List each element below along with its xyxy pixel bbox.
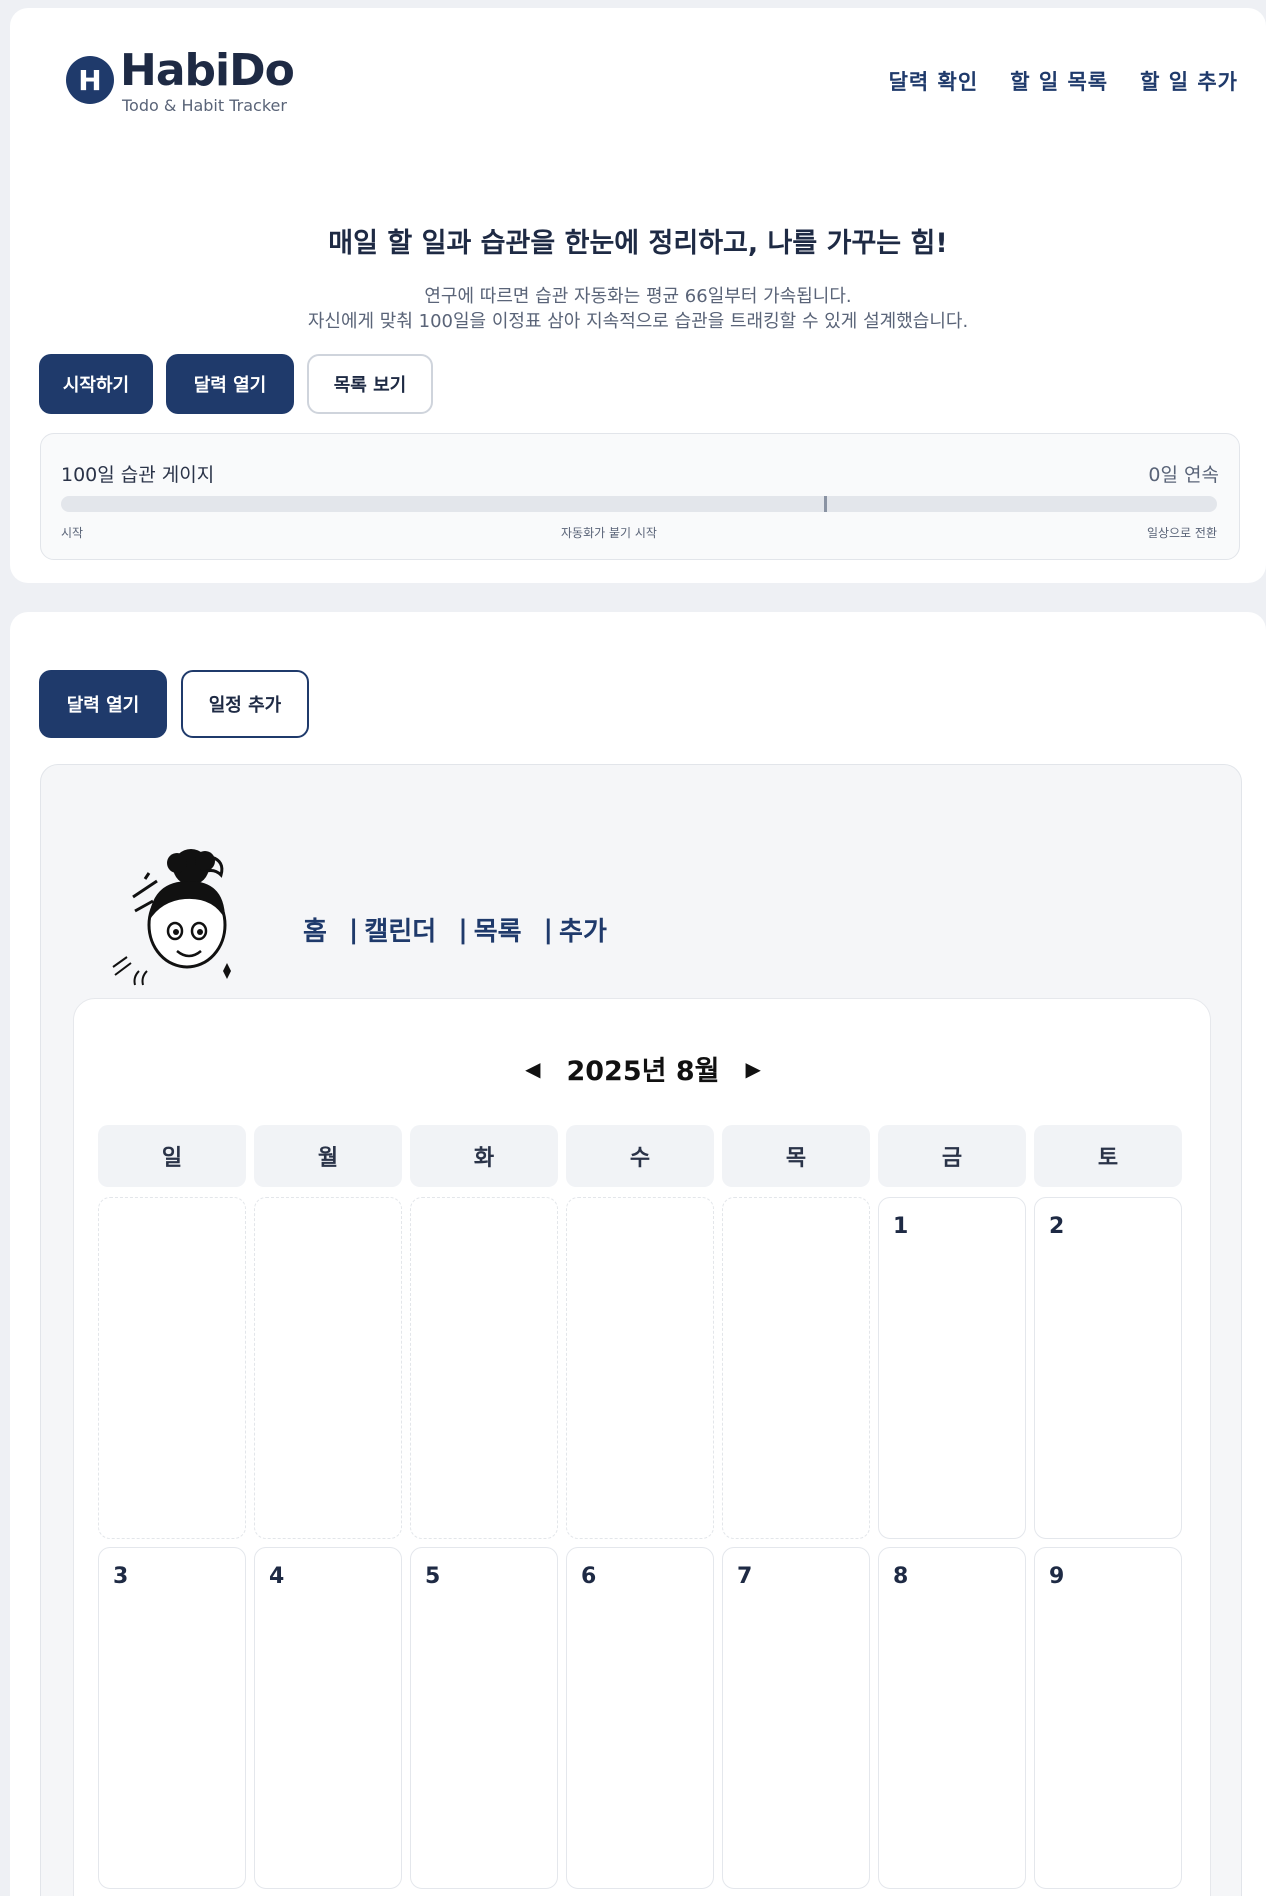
day-cell[interactable]: 4 <box>254 1547 402 1889</box>
weekday-tue: 화 <box>410 1125 558 1187</box>
brand-name: HabiDo <box>120 45 295 96</box>
logo-text: HabiDo Todo & Habit Tracker <box>120 44 295 115</box>
month-calendar: ◀ 2025년 8월 ▶ 일 월 화 수 목 금 토 1 2 3 4 5 6 7 8 9 <box>73 998 1211 1896</box>
day-number: 5 <box>425 1564 441 1589</box>
subnav-list-link[interactable]: 목록 <box>474 911 522 948</box>
gauge-title: 100일 습관 게이지 <box>61 464 215 486</box>
empty-day-cell <box>566 1197 714 1539</box>
day-cell[interactable]: 2 <box>1034 1197 1182 1539</box>
weekday-mon: 월 <box>254 1125 402 1187</box>
gauge-track <box>61 496 1217 512</box>
weekday-fri: 금 <box>878 1125 1026 1187</box>
gauge-label-end: 일상으로 전환 <box>1146 526 1217 540</box>
weekday-sun: 일 <box>98 1125 246 1187</box>
nav-add-todo-link[interactable]: 할 일 추가 <box>1140 66 1238 96</box>
brand-tagline: Todo & Habit Tracker <box>122 96 287 115</box>
calendar-header: ◀ 2025년 8월 ▶ <box>74 1049 1212 1088</box>
gauge-label-middle: 자동화가 붙기 시작 <box>561 526 657 540</box>
day-number: 8 <box>893 1564 909 1589</box>
weekday-wed: 수 <box>566 1125 714 1187</box>
subnav-separator: | <box>543 914 554 945</box>
day-cell[interactable]: 5 <box>410 1547 558 1889</box>
calendar-month-title: 2025년 8월 <box>566 1056 720 1087</box>
gauge-streak: 0일 연속 <box>1148 464 1219 486</box>
subnav-separator: | <box>458 914 468 945</box>
empty-day-cell <box>98 1197 246 1539</box>
nav-calendar-link[interactable]: 달력 확인 <box>889 66 979 96</box>
day-number: 3 <box>113 1564 129 1589</box>
logo-mark-icon: H <box>66 56 114 104</box>
day-number: 2 <box>1049 1214 1065 1239</box>
subnav-add-link[interactable]: 추가 <box>559 911 607 948</box>
hero-desc-line-2: 자신에게 맞춰 100일을 이정표 삼아 지속적으로 습관을 트래킹할 수 있게… <box>307 311 969 332</box>
calendar-panel: 홈 | 캘린더 | 목록 | 추가 ◀ 2025년 8월 ▶ 일 월 화 수 목… <box>40 764 1242 1896</box>
weekday-row: 일 월 화 수 목 금 토 <box>98 1125 1182 1187</box>
calendar-card: 달력 열기 일정 추가 홈 | 캘린더 | 목록 | 추가 ◀ 2025년 8월… <box>10 612 1266 1896</box>
hero-title: 매일 할 일과 습관을 한눈에 정리하고, 나를 가꾸는 힘! <box>328 228 948 259</box>
weekday-sat: 토 <box>1034 1125 1182 1187</box>
day-cell[interactable]: 8 <box>878 1547 1026 1889</box>
view-list-button[interactable]: 목록 보기 <box>307 354 433 414</box>
day-number: 7 <box>737 1564 753 1589</box>
weekday-thu: 목 <box>722 1125 870 1187</box>
day-grid: 1 2 3 4 5 6 7 8 9 <box>98 1197 1182 1889</box>
start-button[interactable]: 시작하기 <box>39 354 153 414</box>
day-cell[interactable]: 7 <box>722 1547 870 1889</box>
day-cell[interactable]: 3 <box>98 1547 246 1889</box>
day-number: 1 <box>893 1214 909 1239</box>
next-month-arrow-icon[interactable]: ▶ <box>746 1057 761 1081</box>
open-calendar-button[interactable]: 달력 열기 <box>166 354 294 414</box>
calendar-open-button[interactable]: 달력 열기 <box>39 670 167 738</box>
gauge-66-day-marker <box>823 496 827 512</box>
calendar-subnav: 홈 | 캘린더 | 목록 | 추가 <box>303 911 607 948</box>
subnav-calendar-link[interactable]: 캘린더 <box>364 911 436 948</box>
empty-day-cell <box>254 1197 402 1539</box>
day-cell[interactable]: 9 <box>1034 1547 1182 1889</box>
gauge-label-start: 시작 <box>61 526 84 540</box>
subnav-home-link[interactable]: 홈 <box>303 911 327 948</box>
prev-month-arrow-icon[interactable]: ◀ <box>525 1057 540 1081</box>
day-number: 6 <box>581 1564 597 1589</box>
add-event-button[interactable]: 일정 추가 <box>181 670 309 738</box>
nav-todo-list-link[interactable]: 할 일 목록 <box>1010 66 1108 96</box>
day-cell[interactable]: 6 <box>566 1547 714 1889</box>
day-number: 4 <box>269 1564 285 1589</box>
empty-day-cell <box>722 1197 870 1539</box>
subnav-separator: | <box>348 914 359 945</box>
mascot-illustration <box>112 849 231 986</box>
habit-gauge: 100일 습관 게이지 0일 연속 시작 자동화가 붙기 시작 일상으로 전환 <box>40 433 1240 560</box>
hero-card: H HabiDo Todo & Habit Tracker 달력 확인 할 일 … <box>10 8 1266 583</box>
day-cell[interactable]: 1 <box>878 1197 1026 1539</box>
empty-day-cell <box>410 1197 558 1539</box>
hero-description: 연구에 따르면 습관 자동화는 평균 66일부터 가속됩니다. 자신에게 맞춰 … <box>10 284 1266 334</box>
day-number: 9 <box>1049 1564 1065 1589</box>
top-nav: 달력 확인 할 일 목록 할 일 추가 <box>889 66 1238 96</box>
logo[interactable]: H HabiDo Todo & Habit Tracker <box>66 44 295 115</box>
hero-desc-line-1: 연구에 따르면 습관 자동화는 평균 66일부터 가속됩니다. <box>424 286 852 307</box>
